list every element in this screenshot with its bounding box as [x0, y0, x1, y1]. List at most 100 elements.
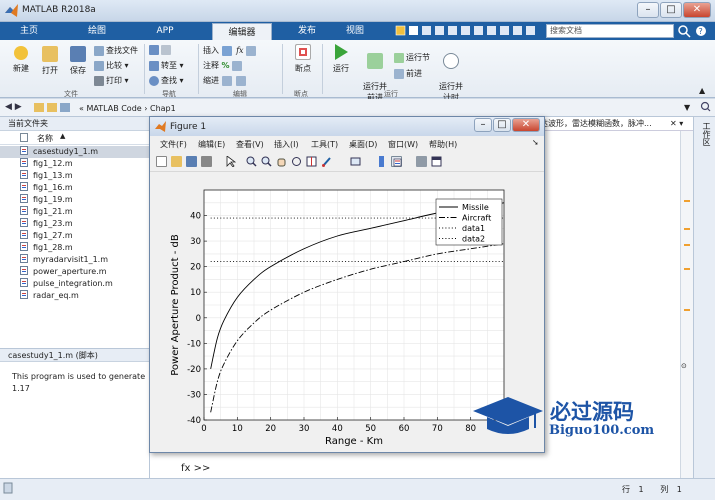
tab-plots[interactable]: 绘图	[72, 22, 122, 40]
workspace-collapsed-panel[interactable]	[693, 117, 715, 493]
minimize-button[interactable]: –	[637, 2, 659, 18]
print-figure-icon[interactable]	[201, 156, 212, 167]
rotate-3d-icon[interactable]	[291, 156, 302, 167]
data-cursor-icon[interactable]	[306, 156, 317, 167]
row-label: 行	[622, 485, 630, 494]
details-header[interactable]: casestudy1_1.m (脚本)	[0, 348, 150, 362]
plus-icon	[14, 46, 28, 60]
tab-apps[interactable]: APP	[140, 22, 190, 40]
figure-minimize-button[interactable]: –	[474, 118, 492, 132]
file-row[interactable]: fig1_13.m	[0, 170, 150, 182]
back-arrow-icon[interactable]: ◀	[5, 102, 12, 112]
advance-button[interactable]: 前进	[394, 68, 422, 79]
find-button[interactable]: 查找 ▾	[149, 75, 184, 86]
goto-button[interactable]: 转至 ▾	[149, 60, 184, 71]
zoom-in-icon[interactable]	[246, 156, 257, 167]
command-window-dropdown-icon[interactable]: ⊙	[681, 362, 687, 370]
show-tools-icon[interactable]	[431, 156, 442, 167]
file-name: radar_eq.m	[33, 291, 79, 300]
tab-home[interactable]: 主页	[4, 22, 54, 40]
nav-back-forward[interactable]	[149, 45, 173, 55]
dropdown-icon[interactable]: ▾	[679, 119, 683, 128]
link-plot-icon[interactable]	[350, 156, 361, 167]
brush-icon[interactable]	[321, 156, 332, 167]
search-icon[interactable]	[677, 24, 691, 38]
address-dropdown-icon[interactable]: ▼	[684, 103, 690, 112]
menu-view[interactable]: 查看(V)	[236, 139, 264, 150]
close-tab-icon[interactable]: ✕	[670, 119, 677, 128]
file-row[interactable]: fig1_21.m	[0, 206, 150, 218]
hide-tools-icon[interactable]	[416, 156, 427, 167]
compare-button[interactable]: 比较 ▾	[94, 60, 129, 71]
wrap-comments-icon	[232, 60, 243, 71]
find-files-button[interactable]: 查找文件	[94, 45, 138, 56]
file-row[interactable]: fig1_19.m	[0, 194, 150, 206]
menu-insert[interactable]: 插入(I)	[274, 139, 299, 150]
menu-window[interactable]: 窗口(W)	[388, 139, 418, 150]
menu-edit[interactable]: 编辑(E)	[198, 139, 225, 150]
comment-button[interactable]: 注释 %	[203, 60, 244, 71]
file-row[interactable]: myradarvisit1_1.m	[0, 254, 150, 266]
search-docs-input[interactable]: 搜索文档	[546, 24, 674, 38]
tab-editor[interactable]: 编辑器	[212, 23, 272, 40]
zoom-out-icon[interactable]	[261, 156, 272, 167]
file-row[interactable]: fig1_16.m	[0, 182, 150, 194]
menu-desktop[interactable]: 桌面(D)	[349, 139, 377, 150]
new-figure-icon[interactable]	[156, 156, 167, 167]
help-icon[interactable]: ?	[694, 25, 708, 37]
run-button[interactable]: 运行	[326, 44, 356, 74]
save-figure-icon[interactable]	[186, 156, 197, 167]
fx-icon: fx	[236, 46, 244, 55]
file-row[interactable]: pulse_integration.m	[0, 278, 150, 290]
pointer-icon[interactable]	[225, 155, 237, 168]
save-button[interactable]: 保存	[63, 46, 93, 76]
search-folder-icon[interactable]	[700, 101, 711, 116]
file-row[interactable]: fig1_12.m	[0, 158, 150, 170]
pan-hand-icon[interactable]	[276, 156, 287, 167]
folder-nav-icons[interactable]	[34, 102, 74, 114]
m-file-icon	[20, 242, 28, 251]
advance-label: 前进	[406, 69, 422, 78]
insert-button[interactable]: 插入 fx	[203, 45, 258, 56]
new-button[interactable]: 新建	[6, 46, 36, 74]
file-row[interactable]: power_aperture.m	[0, 266, 150, 278]
menu-tools[interactable]: 工具(T)	[311, 139, 338, 150]
window-title: MATLAB R2018a	[22, 5, 96, 15]
legend-toggle-icon[interactable]	[391, 156, 402, 167]
run-section-button[interactable]: 运行节	[394, 52, 430, 63]
file-row[interactable]: fig1_23.m	[0, 218, 150, 230]
quick-access-toolbar[interactable]	[394, 24, 544, 41]
menu-file[interactable]: 文件(F)	[160, 139, 187, 150]
colorbar-icon[interactable]	[376, 156, 387, 167]
file-name: casestudy1_1.m	[33, 147, 99, 156]
dock-arrow-icon[interactable]: ➘	[532, 138, 539, 147]
forward-arrow-icon[interactable]: ▶	[15, 102, 22, 112]
editor-tab-controls[interactable]: ✕ ▾	[670, 119, 692, 129]
m-file-icon	[20, 290, 28, 299]
maximize-button[interactable]: □	[660, 2, 682, 18]
open-button[interactable]: 打开	[35, 46, 65, 76]
command-scrollbar[interactable]	[680, 360, 693, 478]
open-file-icon[interactable]	[171, 156, 182, 167]
editor-area[interactable]	[545, 131, 680, 360]
file-row[interactable]: fig1_27.m	[0, 230, 150, 242]
figure-close-button[interactable]: ✕	[512, 118, 540, 132]
column-header[interactable]: 名称 ▲	[0, 131, 150, 145]
breakpoints-button[interactable]: 断点	[288, 44, 318, 74]
tab-view[interactable]: 视图	[330, 22, 380, 40]
command-prompt[interactable]: fx >>	[181, 463, 210, 474]
name-column-header[interactable]: 名称	[37, 133, 53, 144]
close-button[interactable]: ✕	[683, 2, 711, 18]
file-row[interactable]: fig1_28.m	[0, 242, 150, 254]
print-button[interactable]: 打印 ▾	[94, 75, 129, 86]
file-row[interactable]: casestudy1_1.m	[0, 146, 150, 158]
nav-arrows[interactable]: ◀ ▶	[5, 102, 22, 112]
menu-help[interactable]: 帮助(H)	[429, 139, 457, 150]
collapse-ribbon-icon[interactable]: ▲	[699, 86, 705, 95]
indent-button[interactable]: 缩进	[203, 75, 248, 86]
address-path[interactable]: « MATLAB Code › Chap1	[79, 104, 176, 113]
figure-maximize-button[interactable]: □	[493, 118, 511, 132]
tab-publish[interactable]: 发布	[282, 22, 332, 40]
workspace-label[interactable]: 工作区	[697, 122, 711, 146]
file-row[interactable]: radar_eq.m	[0, 290, 150, 302]
